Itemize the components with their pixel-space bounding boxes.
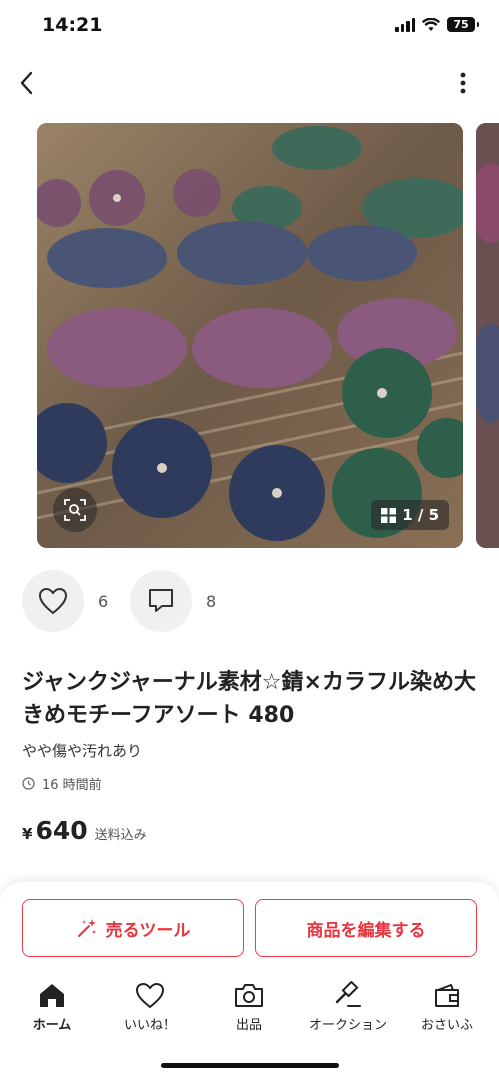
vertical-dots-icon: [460, 72, 466, 94]
edit-item-button[interactable]: 商品を編集する: [255, 899, 477, 957]
tab-home-label: ホーム: [32, 1018, 72, 1033]
image-search-icon: [64, 499, 86, 521]
tab-bar: ホーム いいね！ 出品 オークション おさいふ: [0, 980, 499, 1040]
tab-wallet-label: おさいふ: [420, 1018, 473, 1033]
home-indicator: [161, 1063, 339, 1068]
edit-item-label: 商品を編集する: [306, 920, 426, 941]
signal-icon: [395, 17, 415, 32]
next-photo-preview[interactable]: [476, 123, 499, 548]
tab-home[interactable]: ホーム: [7, 980, 97, 1033]
heart-icon: [38, 587, 68, 615]
photo-page-indicator: 1 / 5: [371, 500, 449, 530]
comment-button[interactable]: [130, 570, 192, 632]
tab-auction[interactable]: オークション: [303, 980, 393, 1033]
tab-wallet[interactable]: おさいふ: [402, 980, 492, 1033]
price-row: ¥ 640 送料込み: [22, 816, 147, 845]
posted-time-text: 16 時間前: [42, 778, 102, 793]
tab-likes[interactable]: いいね！: [105, 980, 195, 1033]
sell-tool-button[interactable]: 売るツール: [22, 899, 244, 957]
chevron-left-icon: [20, 71, 33, 95]
item-title: ジャンクジャーナル素材☆錆×カラフル染め大きめモチーフアソート 480: [22, 670, 476, 728]
product-photo-image: [37, 123, 463, 548]
clock-icon: [22, 777, 35, 790]
back-button[interactable]: [14, 66, 42, 100]
bottom-panel: 売るツール 商品を編集する ホーム いいね！ 出品 オークション おさいふ: [0, 882, 499, 1080]
image-zoom-button[interactable]: [53, 488, 97, 532]
home-icon: [40, 984, 64, 1007]
battery-icon: 75: [447, 17, 479, 32]
status-icons: 75: [395, 17, 479, 32]
nav-bar: [0, 56, 499, 110]
item-actions: 6 8: [22, 569, 238, 633]
status-time: 14:21: [42, 14, 103, 36]
tab-auction-label: オークション: [308, 1018, 387, 1033]
wifi-icon: [422, 17, 440, 31]
currency-symbol: ¥: [22, 825, 33, 843]
item-condition: やや傷や汚れあり: [22, 742, 143, 760]
next-photo-image: [476, 123, 499, 548]
tab-likes-label: いいね！: [123, 1018, 176, 1033]
camera-icon: [235, 984, 263, 1007]
product-photo[interactable]: 1 / 5: [37, 123, 463, 548]
more-options-button[interactable]: [453, 68, 473, 98]
wallet-icon: [435, 984, 459, 1007]
gavel-icon: [335, 981, 361, 1007]
tab-listing-label: 出品: [235, 1018, 262, 1033]
status-bar: 14:21 75: [0, 0, 499, 54]
shipping-info: 送料込み: [94, 828, 147, 843]
heart-icon: [135, 982, 165, 1008]
posted-time: 16 時間前: [22, 774, 102, 793]
tab-listing[interactable]: 出品: [204, 980, 294, 1033]
grid-icon: [381, 507, 397, 523]
comment-icon: [149, 589, 173, 612]
sell-tool-label: 売るツール: [105, 920, 191, 941]
like-button[interactable]: [22, 570, 84, 632]
comment-count: 8: [206, 591, 217, 611]
like-count: 6: [98, 591, 109, 611]
magic-wand-icon: [77, 919, 96, 937]
item-price: 640: [35, 816, 88, 845]
page-indicator-text: 1 / 5: [402, 506, 439, 524]
